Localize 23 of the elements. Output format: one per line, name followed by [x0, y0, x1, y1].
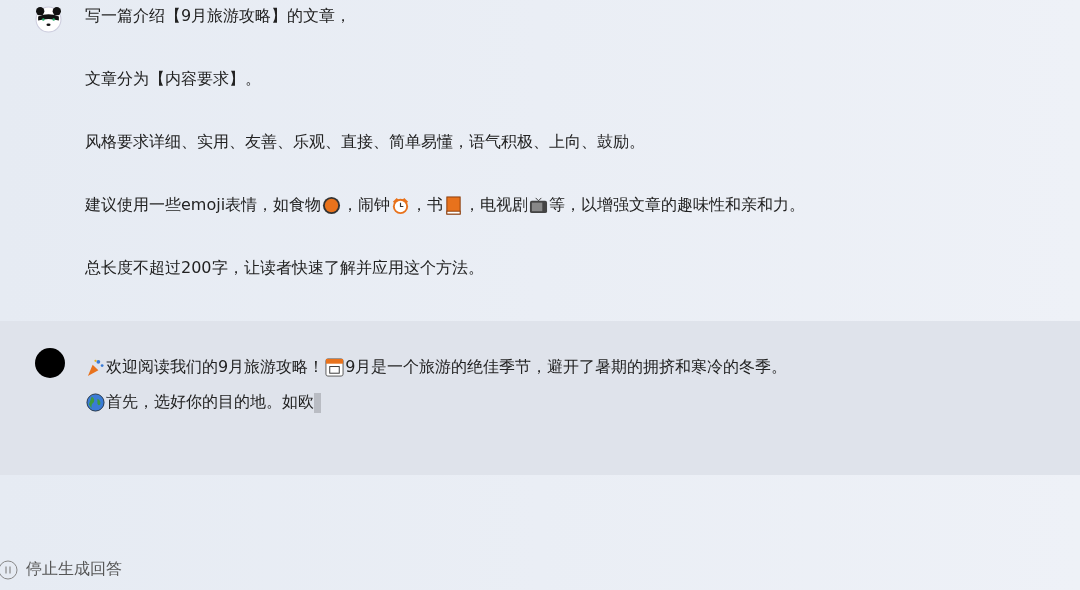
- message-text: 写一篇介绍【9月旅游攻略】的文章，: [85, 6, 352, 27]
- message-text: 建议使用一些emoji表情，如食物: [85, 195, 322, 216]
- avatar-icon: [35, 348, 65, 378]
- tv-icon: [529, 196, 549, 215]
- globe-icon: [86, 393, 105, 412]
- alarm-clock-icon: [391, 196, 411, 215]
- party-popper-icon: [86, 358, 105, 377]
- book-icon: [444, 196, 464, 215]
- calendar-icon: [325, 358, 345, 377]
- panda-avatar-icon: [35, 6, 62, 33]
- message-text: 首先，选好你的目的地。如欧: [106, 392, 314, 413]
- message-text: 风格要求详细、实用、友善、乐观、直接、简单易懂，语气积极、上向、鼓励。: [85, 132, 645, 153]
- message-text: 等，以增强文章的趣味性和亲和力。: [549, 195, 806, 216]
- plate-icon: [322, 196, 342, 215]
- message-text: 9月是一个旅游的绝佳季节，避开了暑期的拥挤和寒冷的冬季。: [345, 357, 788, 378]
- message-text: 欢迎阅读我们的9月旅游攻略！: [106, 357, 325, 378]
- stop-generating-button[interactable]: 停止生成回答: [0, 559, 122, 590]
- message-text: 文章分为【内容要求】。: [85, 69, 261, 90]
- pause-icon: [0, 559, 18, 580]
- message-text: ，电视剧: [464, 195, 529, 216]
- message-text: ，书: [411, 195, 444, 216]
- message-text: ，闹钟: [342, 195, 391, 216]
- message-text: 总长度不超过200字，让读者快速了解并应用这个方法。: [85, 258, 484, 279]
